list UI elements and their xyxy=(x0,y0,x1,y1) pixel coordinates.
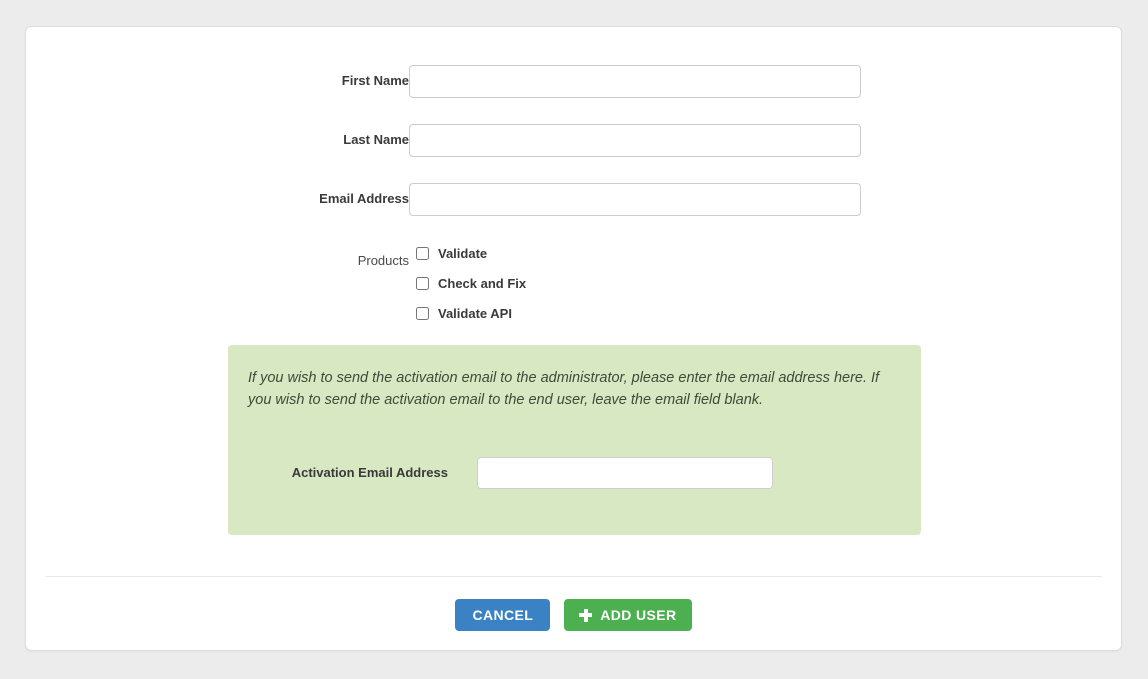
validate-checkbox[interactable] xyxy=(416,246,429,260)
cancel-button[interactable]: CANCEL xyxy=(455,599,551,631)
add-user-form: First Name Last Name Email Address Produ… xyxy=(26,27,1121,577)
card-footer: CANCEL ADD USER xyxy=(26,576,1121,650)
form-row-products: Products Validate Check and Fix Validate… xyxy=(26,242,1121,328)
checkbox-item-validate-api[interactable]: Validate API xyxy=(409,298,526,328)
activation-email-input[interactable] xyxy=(477,457,773,489)
last-name-label: Last Name xyxy=(343,132,409,147)
email-address-label: Email Address xyxy=(319,191,409,206)
form-row-first-name: First Name xyxy=(26,65,1121,99)
first-name-label: First Name xyxy=(341,73,409,88)
last-name-input[interactable] xyxy=(409,124,861,157)
form-row-last-name: Last Name xyxy=(26,124,1121,158)
check-and-fix-checkbox-label: Check and Fix xyxy=(438,275,527,291)
footer-button-bar: CANCEL ADD USER xyxy=(26,599,1121,631)
validate-api-checkbox-label: Validate API xyxy=(438,305,512,321)
check-and-fix-checkbox[interactable] xyxy=(416,276,429,290)
checkbox-item-validate[interactable]: Validate xyxy=(409,238,526,268)
validate-api-checkbox[interactable] xyxy=(416,306,429,320)
email-address-input[interactable] xyxy=(409,183,861,216)
add-user-button-label: ADD USER xyxy=(600,607,677,623)
form-row-email-address: Email Address xyxy=(26,183,1121,217)
add-user-button[interactable]: ADD USER xyxy=(564,599,692,631)
products-label: Products xyxy=(357,253,409,268)
first-name-input[interactable] xyxy=(409,65,861,98)
validate-checkbox-label: Validate xyxy=(438,245,488,261)
add-user-card: First Name Last Name Email Address Produ… xyxy=(25,26,1122,651)
products-checkbox-group: Validate Check and Fix Validate API xyxy=(409,238,526,328)
checkbox-item-check-and-fix[interactable]: Check and Fix xyxy=(409,268,526,298)
form-row-activation-email: Activation Email Address xyxy=(228,457,921,489)
activation-email-notice-text: If you wish to send the activation email… xyxy=(248,370,880,408)
plus-icon xyxy=(579,608,593,622)
activation-email-label: Activation Email Address xyxy=(291,465,448,480)
activation-email-notice-panel: If you wish to send the activation email… xyxy=(228,345,921,535)
